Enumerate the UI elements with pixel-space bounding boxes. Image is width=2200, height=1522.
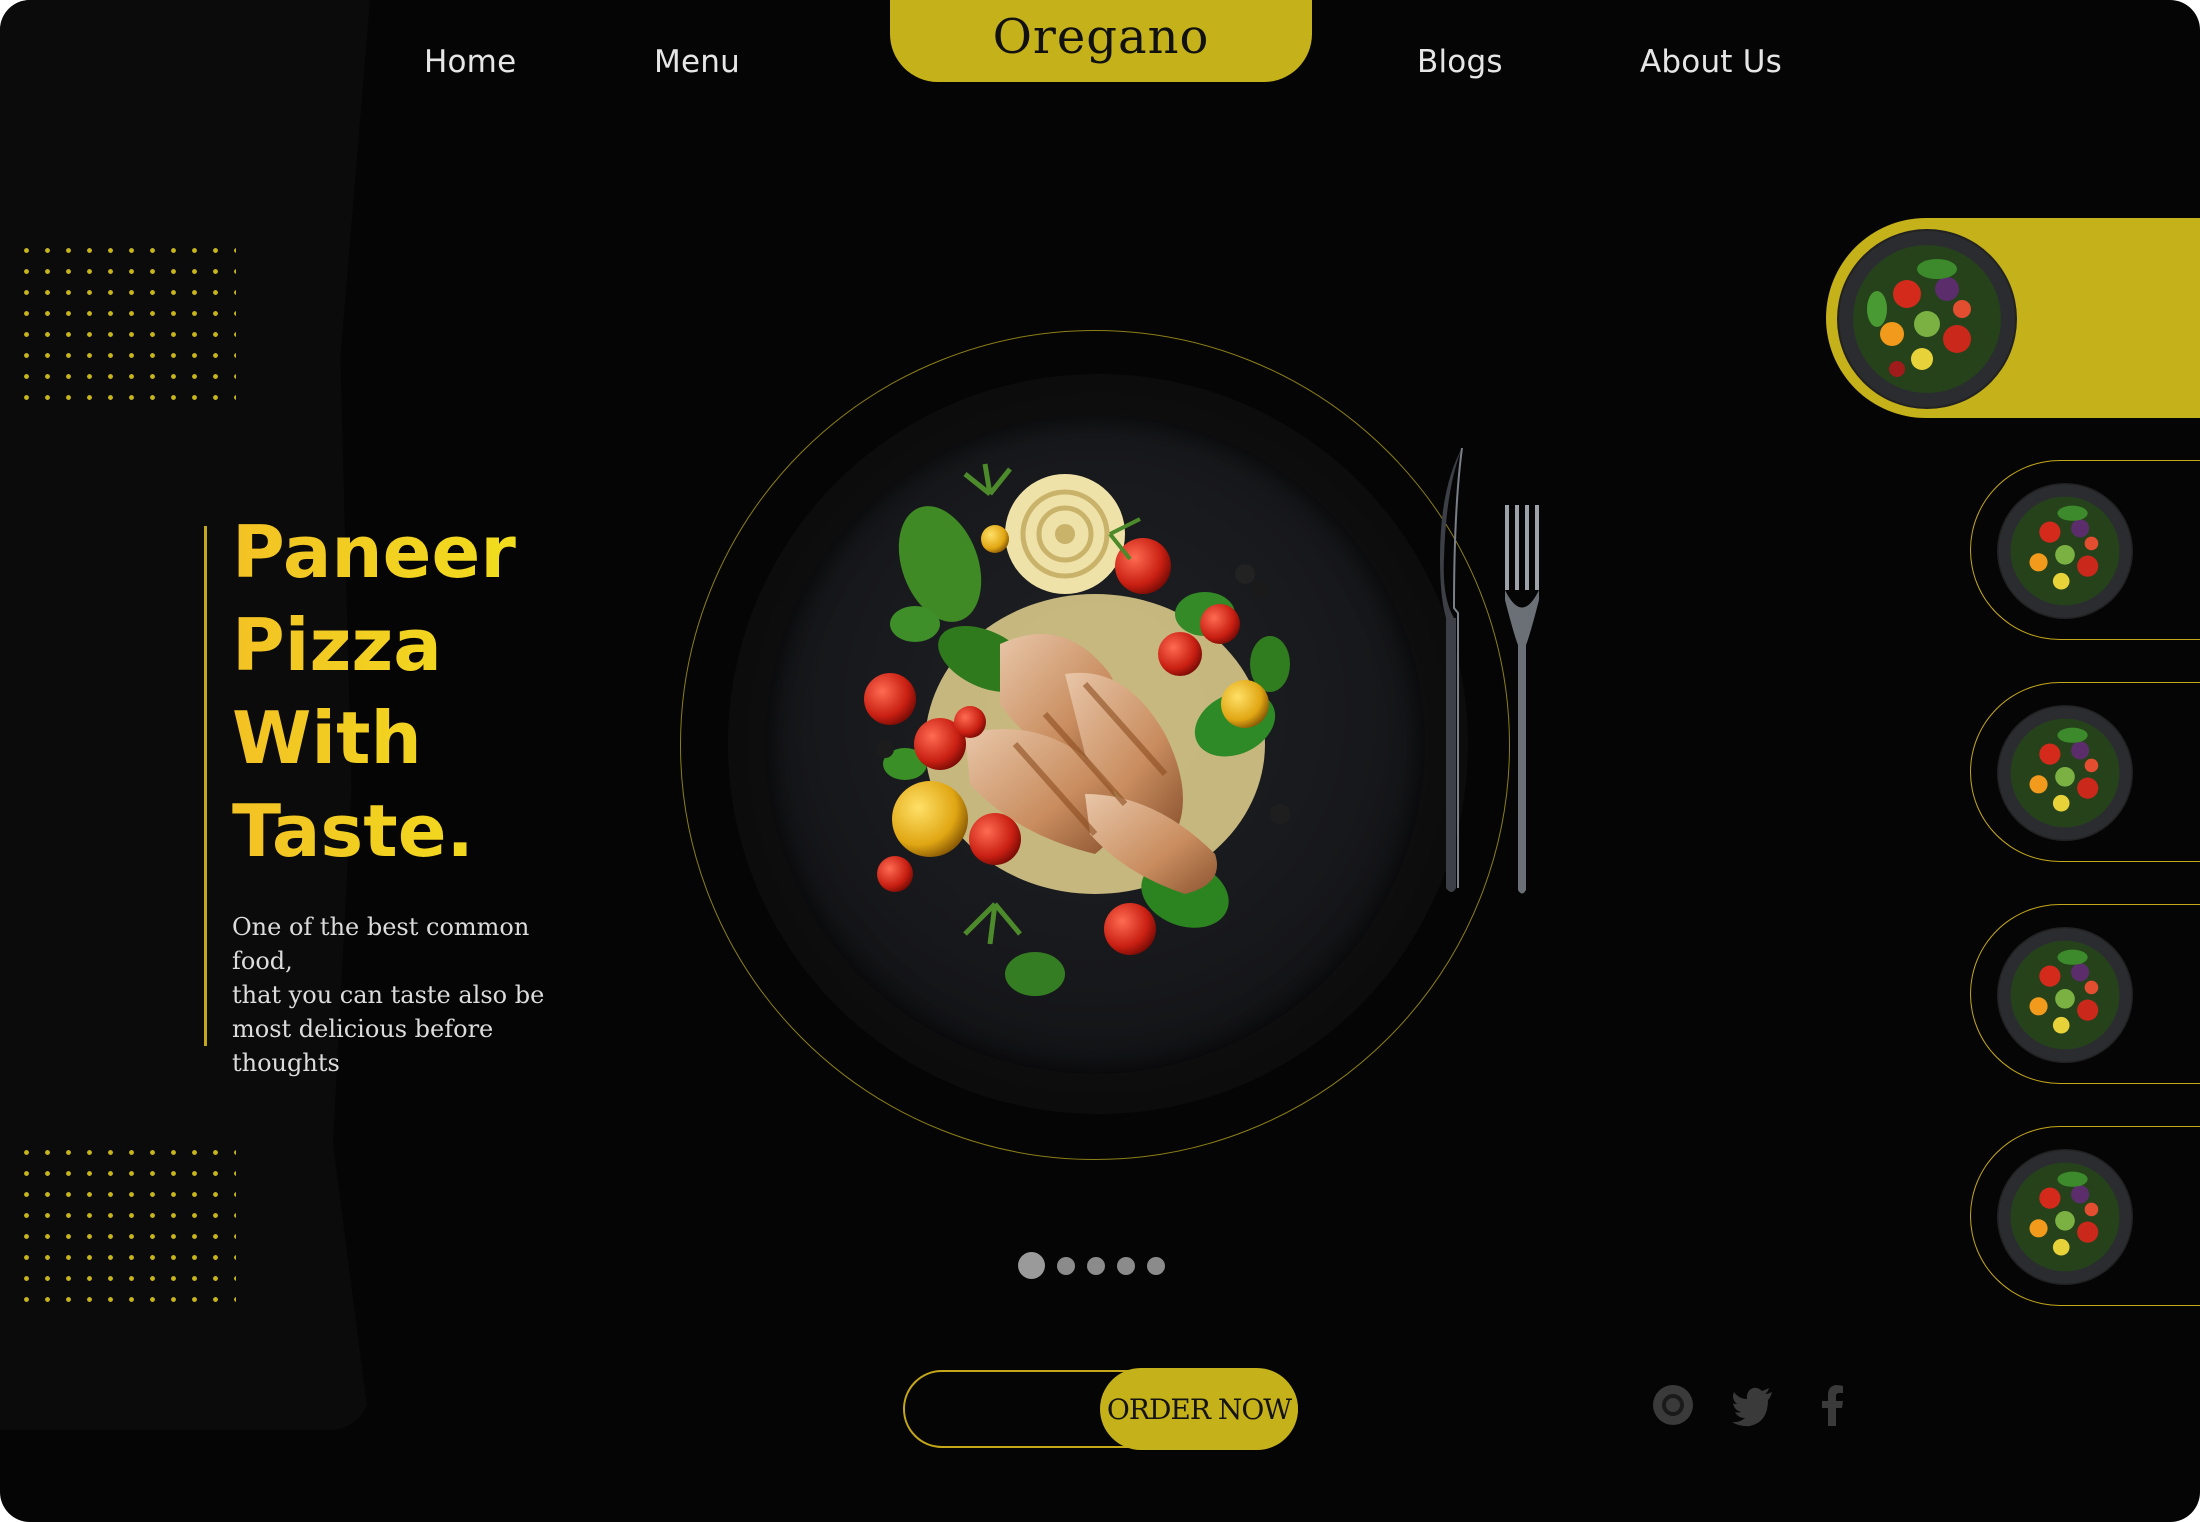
side-menu-item-5[interactable] [1970, 1126, 2200, 1306]
salad-bowl-icon [1839, 231, 2015, 407]
instagram-icon[interactable] [1650, 1382, 1696, 1428]
dot-pattern-bottom [16, 1142, 236, 1312]
side-menu-item-2[interactable] [1970, 460, 2200, 640]
nav-menu[interactable]: Menu [654, 44, 740, 80]
fork-icon [1505, 505, 1539, 894]
carousel-pagination [1018, 1252, 1165, 1279]
side-menu-thumb [1997, 705, 2133, 841]
hero-title-line: Pizza [232, 603, 442, 687]
salad-bowl-icon [1998, 928, 2132, 1062]
salad-bowl-icon [1998, 484, 2132, 618]
hero-description-line: most delicious before [232, 1015, 494, 1043]
carousel-dot-2[interactable] [1057, 1256, 1075, 1275]
hero-description-line: One of the best common food, [232, 913, 530, 975]
hero-description-line: thoughts [232, 1049, 340, 1077]
side-menu-item-4[interactable] [1970, 904, 2200, 1084]
knife-icon [1440, 448, 1463, 892]
side-menu-thumb [1997, 927, 2133, 1063]
order-now-button[interactable]: ORDER NOW [1100, 1368, 1298, 1450]
side-menu-active-thumb [1837, 229, 2017, 409]
side-menu-thumb [1997, 1149, 2133, 1285]
nav-blogs[interactable]: Blogs [1417, 44, 1503, 80]
dot-pattern-top [16, 240, 236, 410]
logo-tab[interactable]: Oregano [890, 0, 1312, 82]
carousel-dot-4[interactable] [1117, 1256, 1135, 1275]
hero-accent-line [204, 526, 207, 1046]
pasta-chicken-salad-icon [864, 463, 1290, 996]
nav-about[interactable]: About Us [1640, 44, 1782, 80]
side-menu-item-3[interactable] [1970, 682, 2200, 862]
salad-bowl-icon [1998, 706, 2132, 840]
salad-bowl-icon [1998, 1150, 2132, 1284]
side-menu-thumb [1997, 483, 2133, 619]
hero-description-line: that you can taste also be [232, 981, 545, 1009]
hero-title-line: Taste. [232, 789, 474, 873]
carousel-dot-1[interactable] [1018, 1252, 1045, 1279]
twitter-icon[interactable] [1730, 1382, 1776, 1428]
nav-home[interactable]: Home [424, 44, 516, 80]
hero-description: One of the best common food, that you ca… [232, 910, 592, 1080]
facebook-icon[interactable] [1810, 1382, 1856, 1428]
main-dish-plate [765, 414, 1425, 1074]
page-frame: Home Menu Oregano Blogs About Us Paneer … [0, 0, 2200, 1522]
carousel-dot-5[interactable] [1147, 1256, 1165, 1275]
carousel-dot-3[interactable] [1087, 1256, 1105, 1275]
hero-title: Paneer Pizza With Taste. [232, 506, 632, 878]
brand-logo: Oregano [992, 9, 1210, 65]
hero-title-line: With [232, 696, 422, 780]
hero-title-line: Paneer [232, 510, 516, 594]
